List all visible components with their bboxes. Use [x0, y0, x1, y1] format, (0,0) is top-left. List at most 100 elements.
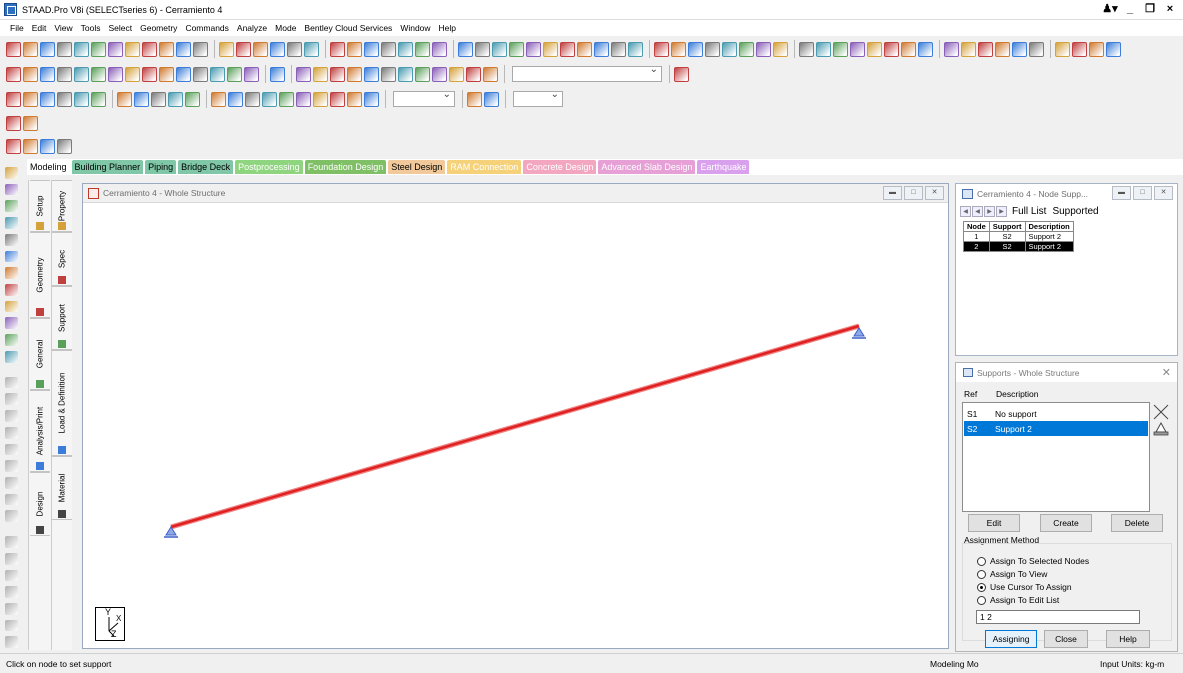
tab-piping[interactable]: Piping — [145, 160, 177, 174]
tb2-tool-23-icon[interactable] — [415, 66, 430, 82]
radio-option-1[interactable]: Assign To View — [977, 569, 1047, 579]
left-tool-1-icon[interactable] — [4, 183, 18, 196]
view-close-button[interactable]: ✕ — [925, 186, 944, 200]
tb5-tool-0-icon[interactable] — [6, 138, 21, 154]
tb1-tool-43-icon[interactable] — [773, 41, 788, 57]
menu-help[interactable]: Help — [435, 20, 460, 36]
tb1-tool-57-icon[interactable] — [1029, 41, 1044, 57]
radio-button[interactable] — [977, 595, 986, 605]
tb2-tool-1-icon[interactable] — [23, 66, 38, 82]
tb2-tool-11-icon[interactable] — [193, 66, 208, 82]
view-minimize-button[interactable]: ▬ — [883, 186, 902, 200]
tb1-tool-25-icon[interactable] — [458, 41, 473, 57]
left-tool-24-icon[interactable] — [4, 586, 18, 598]
tb1-tool-9-icon[interactable] — [159, 41, 174, 57]
menu-file[interactable]: File — [6, 20, 28, 36]
close-button[interactable]: × — [1161, 2, 1179, 17]
radio-button[interactable] — [977, 569, 986, 579]
tab-building-planner[interactable]: Building Planner — [71, 160, 144, 174]
tb3-tool-18-icon[interactable] — [330, 91, 345, 107]
tb1-tool-46-icon[interactable] — [833, 41, 848, 57]
left-tool-4-icon[interactable] — [4, 233, 18, 246]
last-sheet-icon[interactable]: ▶ — [996, 205, 1007, 217]
inner-tab-load-definition[interactable]: Load & Definition — [52, 350, 72, 456]
first-sheet-icon[interactable]: ◀ — [960, 205, 971, 217]
tab-earthquake[interactable]: Earthquake — [697, 160, 750, 174]
tb1-tool-2-icon[interactable] — [40, 41, 55, 57]
left-tool-11-icon[interactable] — [4, 350, 18, 363]
tb1-tool-52-icon[interactable] — [944, 41, 959, 57]
tb3-tool-22-icon[interactable] — [484, 91, 499, 107]
outer-tab-setup[interactable]: Setup — [30, 180, 50, 232]
menu-view[interactable]: View — [50, 20, 76, 36]
tb1-tool-22-icon[interactable] — [398, 41, 413, 57]
tab-foundation-design[interactable]: Foundation Design — [304, 160, 387, 174]
outer-tab-general[interactable]: General — [30, 318, 50, 390]
tb1-tool-3-icon[interactable] — [57, 41, 72, 57]
support-list[interactable]: S1 No support S2 Support 2 — [962, 402, 1150, 512]
tb1-tool-29-icon[interactable] — [526, 41, 541, 57]
tb1-tool-7-icon[interactable] — [125, 41, 140, 57]
tb5-tool-2-icon[interactable] — [40, 138, 55, 154]
tb1-tool-48-icon[interactable] — [867, 41, 882, 57]
left-tool-19-icon[interactable] — [4, 493, 18, 506]
prev-sheet-icon[interactable]: ◀ — [972, 205, 983, 217]
tb2-tool-18-icon[interactable] — [330, 66, 345, 82]
menu-select[interactable]: Select — [104, 20, 136, 36]
left-tool-0-icon[interactable] — [4, 167, 18, 179]
tb1-tool-50-icon[interactable] — [901, 41, 916, 57]
tb1-tool-30-icon[interactable] — [543, 41, 558, 57]
create-button[interactable]: Create — [1040, 514, 1092, 532]
tab-advanced-slab-design[interactable]: Advanced Slab Design — [598, 160, 696, 174]
tab-steel-design[interactable]: Steel Design — [388, 160, 446, 174]
tb1-tool-41-icon[interactable] — [739, 41, 754, 57]
tb3-combo-3[interactable] — [393, 89, 455, 107]
left-tool-7-icon[interactable] — [4, 284, 18, 296]
table-row[interactable]: 2 S2 Support 2 — [963, 241, 1074, 252]
tb2-tool-24-icon[interactable] — [432, 66, 447, 82]
tb1-tool-31-icon[interactable] — [560, 41, 575, 57]
tb1-tool-12-icon[interactable] — [219, 41, 234, 57]
tb1-tool-47-icon[interactable] — [850, 41, 865, 57]
structure-view-window[interactable]: Cerramiento 4 - Whole Structure ▬ □ ✕ Y … — [82, 183, 949, 649]
tb1-tool-40-icon[interactable] — [722, 41, 737, 57]
inner-tab-material[interactable]: Material — [52, 456, 72, 520]
tb2-tool-16-icon[interactable] — [296, 66, 311, 82]
drawing-canvas[interactable]: Y X Z — [83, 203, 948, 648]
tb1-tool-55-icon[interactable] — [995, 41, 1010, 57]
left-tool-18-icon[interactable] — [4, 476, 18, 489]
tb1-tool-11-icon[interactable] — [193, 41, 208, 57]
tb1-tool-18-icon[interactable] — [330, 41, 345, 57]
tb1-tool-20-icon[interactable] — [364, 41, 379, 57]
tb2-tool-26-icon[interactable] — [466, 66, 481, 82]
tb1-tool-15-icon[interactable] — [270, 41, 285, 57]
left-tool-13-icon[interactable] — [4, 393, 18, 406]
tb3-tool-11-icon[interactable] — [211, 91, 226, 107]
restore-button[interactable]: ❐ — [1141, 2, 1159, 17]
tb2-tool-7-icon[interactable] — [125, 66, 140, 82]
assign-cursor-icon[interactable] — [1152, 420, 1170, 438]
tb2-tool-27-icon[interactable] — [483, 66, 498, 82]
tb1-tool-60-icon[interactable] — [1089, 41, 1104, 57]
menu-commands[interactable]: Commands — [181, 20, 232, 36]
radio-option-0[interactable]: Assign To Selected Nodes — [977, 556, 1089, 566]
radio-option-2[interactable]: Use Cursor To Assign — [977, 582, 1072, 592]
tb2-tool-5-icon[interactable] — [91, 66, 106, 82]
tb1-tool-36-icon[interactable] — [654, 41, 669, 57]
left-tool-23-icon[interactable] — [4, 569, 18, 582]
outer-tab-geometry[interactable]: Geometry — [30, 232, 50, 318]
tb1-tool-51-icon[interactable] — [918, 41, 933, 57]
tb2-tool-25-icon[interactable] — [449, 66, 464, 82]
dialog-close-button[interactable]: Close — [1044, 630, 1088, 648]
menu-bentley-cloud-services[interactable]: Bentley Cloud Services — [300, 20, 396, 36]
left-tool-8-icon[interactable] — [4, 300, 18, 313]
left-tool-27-icon[interactable] — [4, 636, 18, 649]
next-sheet-icon[interactable]: ▶ — [984, 205, 995, 217]
tb3-tool-19-icon[interactable] — [347, 91, 362, 107]
left-tool-16-icon[interactable] — [4, 443, 18, 456]
left-tool-2-icon[interactable] — [4, 200, 18, 213]
tb1-tool-34-icon[interactable] — [611, 41, 626, 57]
table-row[interactable]: 1 S2 Support 2 — [963, 231, 1074, 242]
tb3-tool-7-icon[interactable] — [134, 91, 149, 107]
outer-tab-analysis-print[interactable]: Analysis/Print — [30, 390, 50, 472]
